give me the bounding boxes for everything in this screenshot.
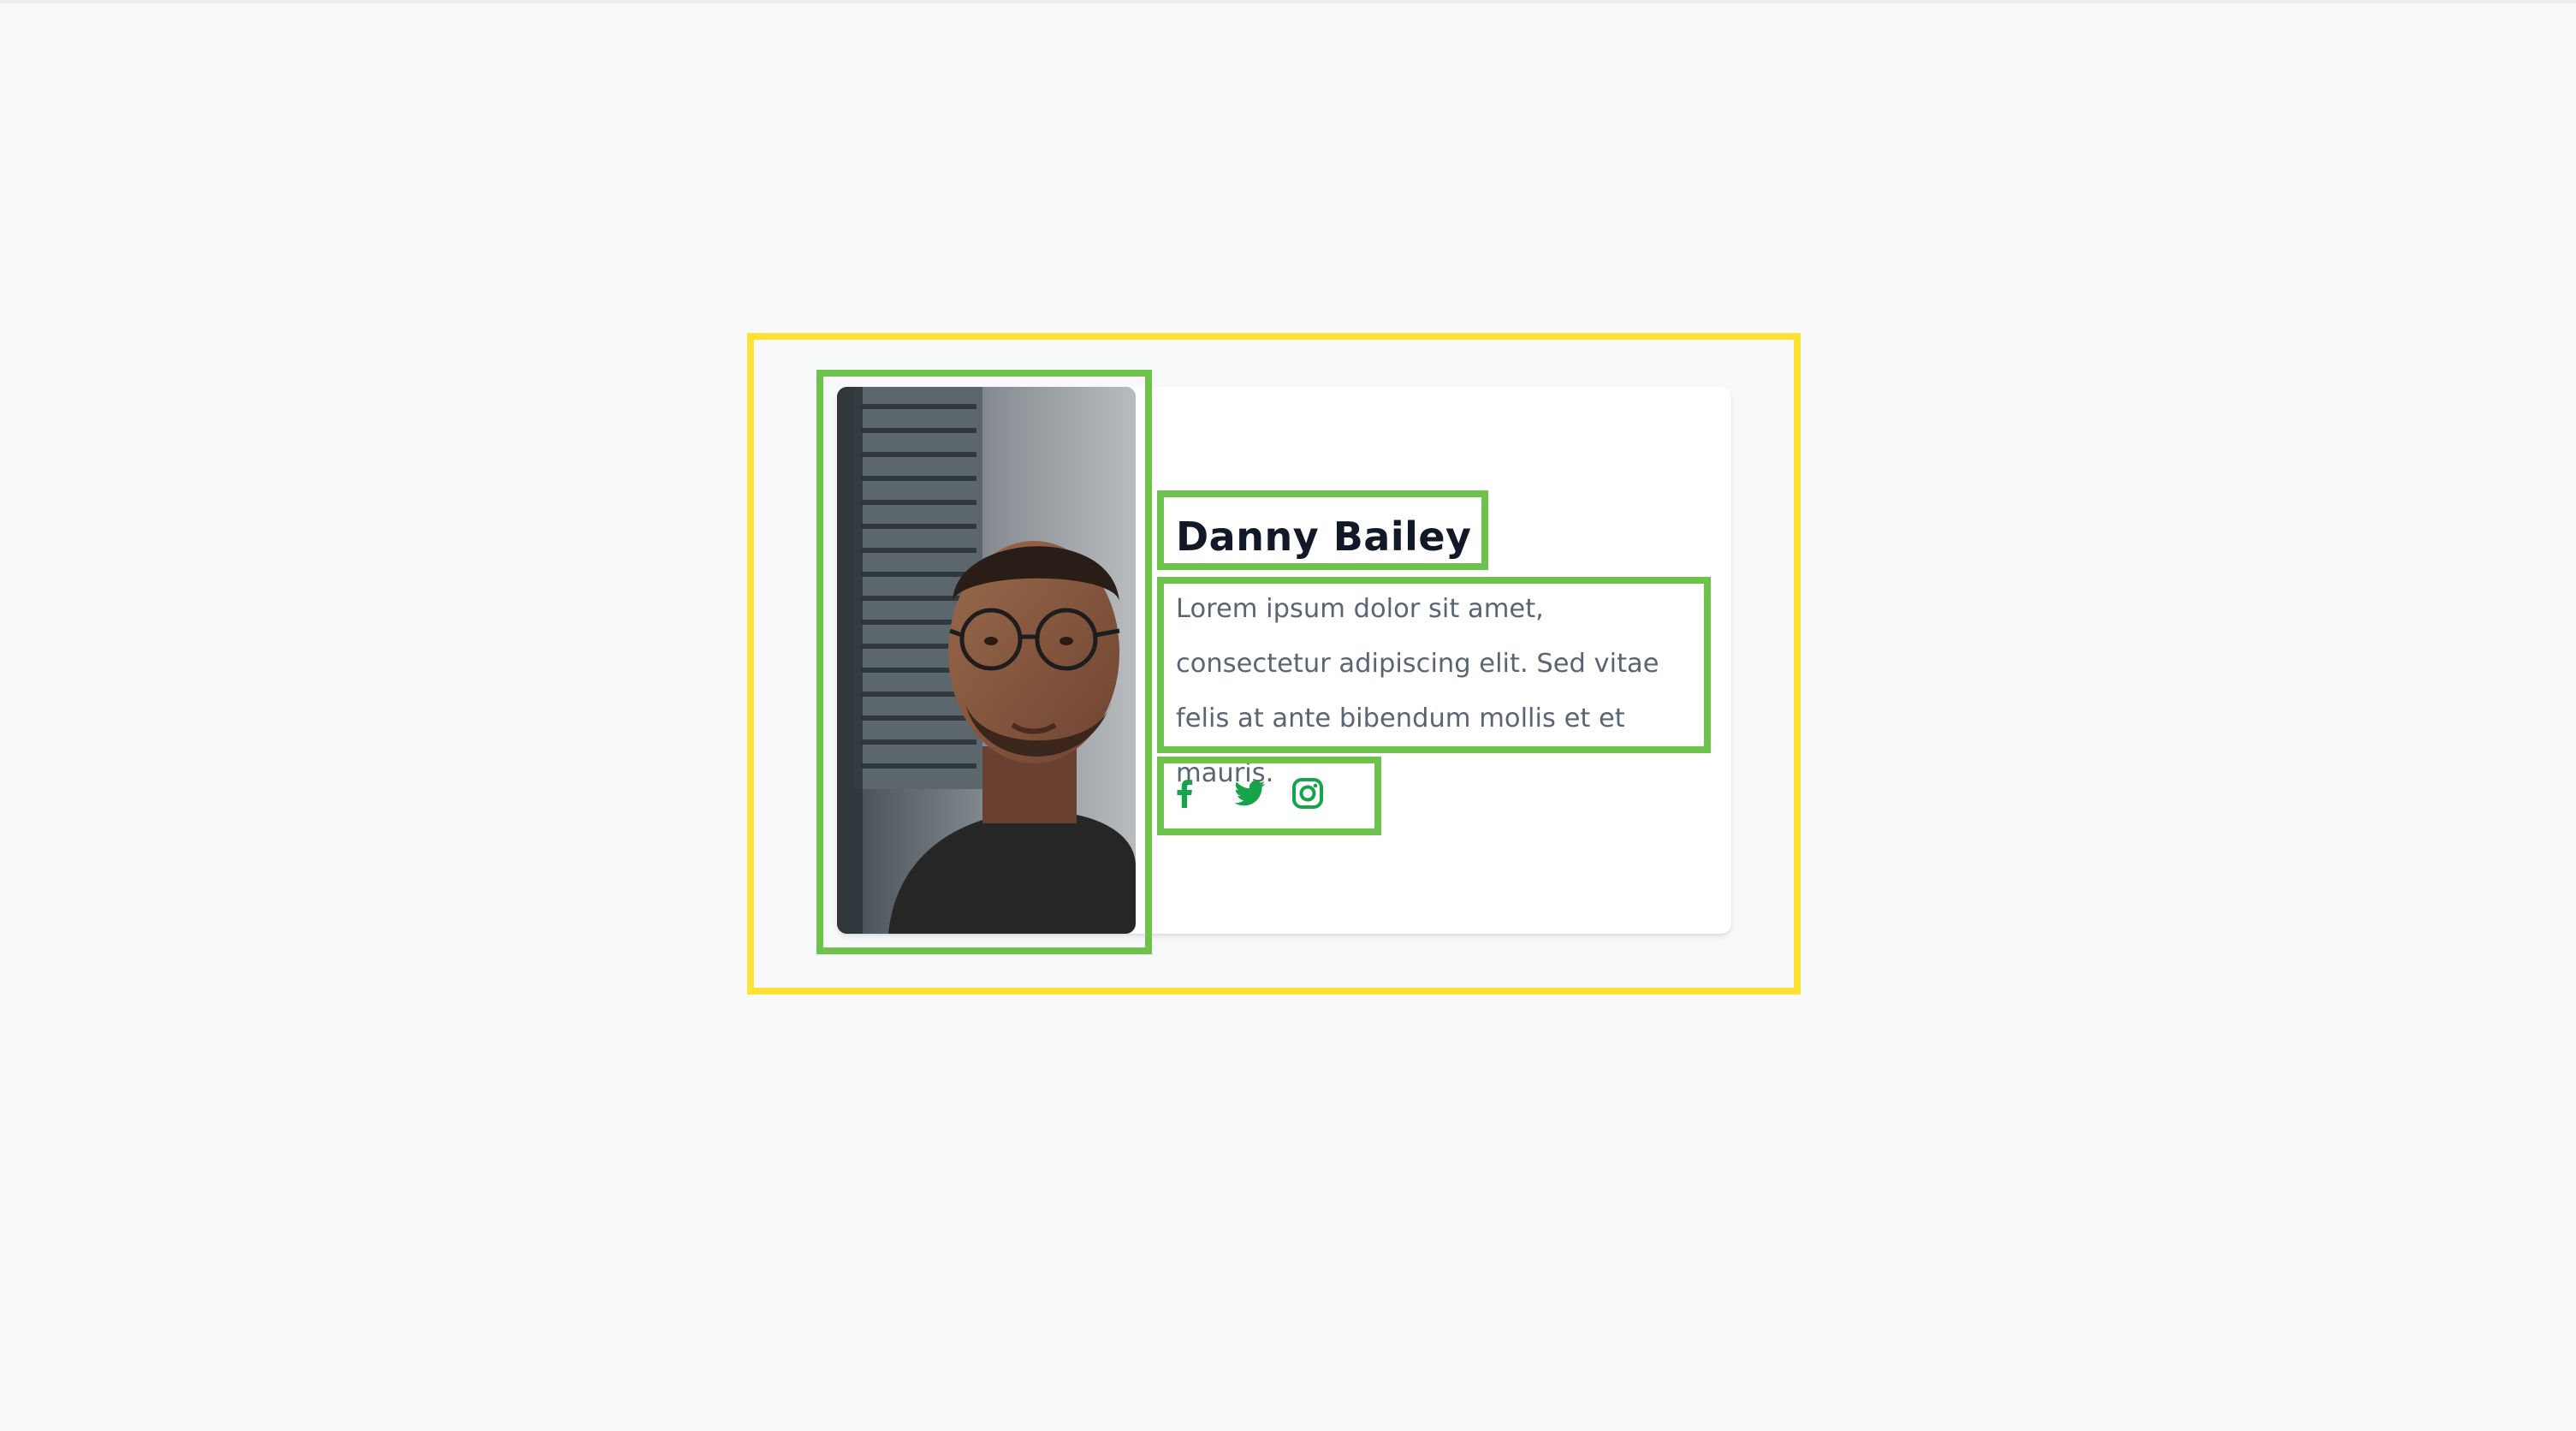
- page-top-edge: [0, 0, 2576, 3]
- annotation-socials-outline: [1157, 757, 1381, 835]
- annotation-name-outline: [1157, 490, 1488, 570]
- annotation-photo-outline: [816, 370, 1152, 954]
- annotation-bio-outline: [1157, 577, 1711, 753]
